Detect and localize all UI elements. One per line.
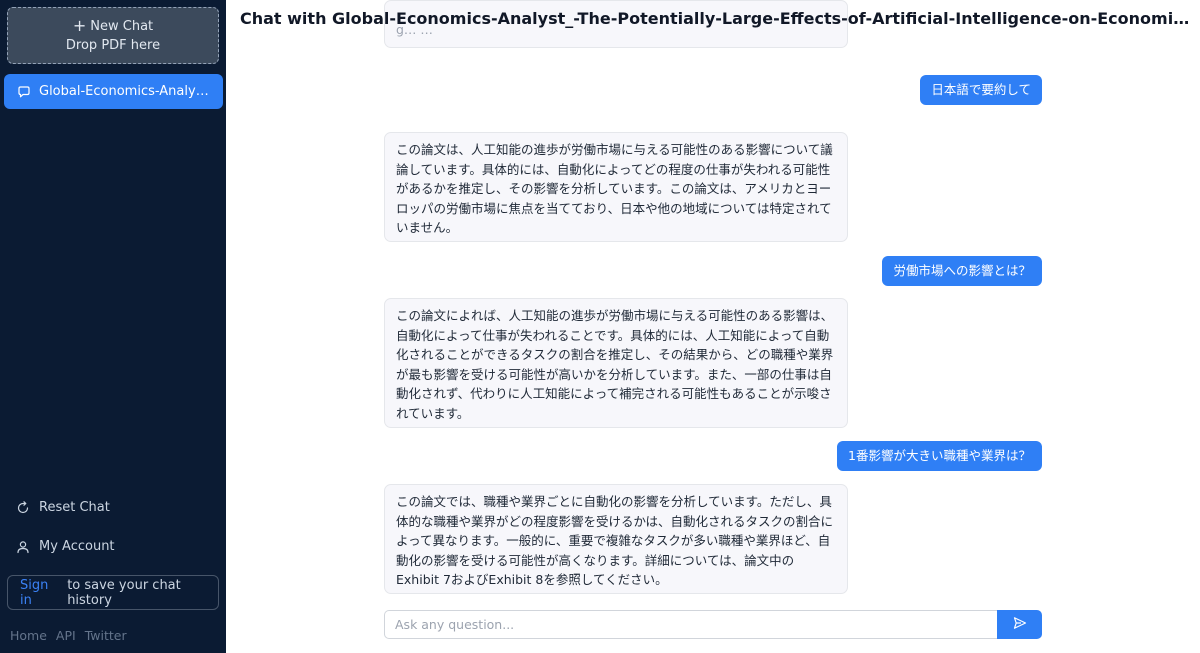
new-chat-label: New Chat <box>90 18 154 34</box>
new-chat-dropzone[interactable]: + New Chat Drop PDF here <box>7 7 219 64</box>
send-icon <box>1013 615 1027 634</box>
chat-bubble-icon <box>17 85 31 99</box>
footer-link-api[interactable]: API <box>56 628 76 643</box>
footer-link-home[interactable]: Home <box>10 628 47 643</box>
assistant-message: この論文では、職種や業界ごとに自動化の影響を分析しています。ただし、具体的な職種… <box>384 484 848 594</box>
footer-link-twitter[interactable]: Twitter <box>85 628 127 643</box>
drop-pdf-text: Drop PDF here <box>65 37 161 53</box>
signin-box: Sign in to save your chat history <box>7 575 219 610</box>
reset-icon <box>16 500 30 515</box>
user-icon <box>16 540 30 554</box>
new-chat-row: + New Chat <box>73 17 153 36</box>
my-account-button[interactable]: My Account <box>16 539 115 554</box>
user-message: 日本語で要約して <box>920 75 1042 105</box>
sign-in-link[interactable]: Sign in <box>20 578 61 608</box>
sidebar-chat-item[interactable]: Global-Economics-Analyst_-The-Potentiall… <box>4 74 223 109</box>
assistant-message: この論文によれば、人工知能の進歩が労働市場に与える可能性のある影響は、自動化によ… <box>384 298 848 428</box>
sidebar: + New Chat Drop PDF here Global-Economic… <box>0 0 226 653</box>
reset-chat-button[interactable]: Reset Chat <box>16 500 110 515</box>
footer-links: Home API Twitter <box>10 628 127 643</box>
chat-main: g… … Chat with Global-Economics-Analyst_… <box>226 0 1200 653</box>
plus-icon: + <box>72 16 87 35</box>
my-account-label: My Account <box>39 539 115 554</box>
question-input-row <box>384 610 1042 639</box>
page-title: Chat with Global-Economics-Analyst_-The-… <box>240 9 1192 28</box>
signin-hint: to save your chat history <box>67 577 181 608</box>
assistant-message: この論文は、人工知能の進歩が労働市場に与える可能性のある影響について議論していま… <box>384 132 848 242</box>
user-message: 1番影響が大きい職種や業界は？ <box>837 441 1042 471</box>
sidebar-chat-label: Global-Economics-Analyst_-The-Potentiall… <box>39 84 211 99</box>
send-button[interactable] <box>997 610 1042 639</box>
question-input[interactable] <box>384 610 997 639</box>
reset-chat-label: Reset Chat <box>39 500 110 515</box>
user-message: 労働市場への影響とは？ <box>882 256 1042 286</box>
